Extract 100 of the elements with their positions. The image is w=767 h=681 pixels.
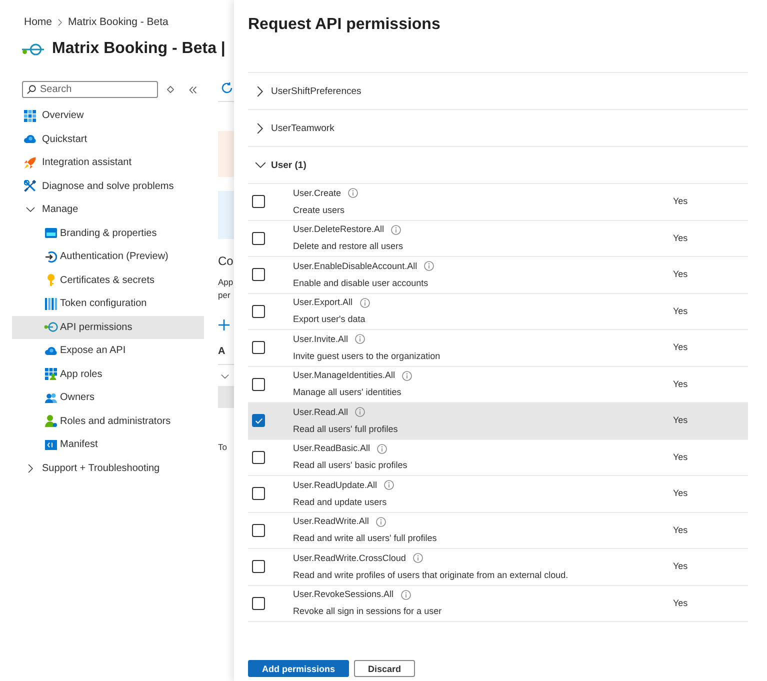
info-icon (402, 370, 412, 381)
table-cell: Yes (673, 232, 688, 245)
permission-row[interactable]: User.RevokeSessions.All Revoke all sign in sessions for a user Yes (248, 586, 748, 622)
nav-item[interactable]: Diagnose and solve problems (12, 174, 204, 198)
chevron-right-icon (58, 18, 62, 26)
nav-group[interactable]: Manage (12, 198, 204, 222)
rocket-icon (24, 156, 36, 169)
permission-description: Manage all users' identities (293, 386, 402, 400)
permission-name: User.ReadBasic.All (293, 442, 370, 456)
permission-name: User.Export.All (293, 296, 353, 310)
table-cell: Yes (673, 268, 688, 282)
page-title: Matrix Booking - Beta | (52, 39, 226, 59)
table-cell: Yes (673, 560, 688, 574)
permission-name: User.DeleteRestore.All (293, 223, 384, 236)
permission-name: User.ManageIdentities.All (293, 369, 396, 382)
diamond-icon (167, 86, 174, 93)
bars-icon (45, 298, 57, 310)
check-icon (254, 418, 262, 424)
checkbox[interactable] (252, 487, 265, 500)
permission-name: User.Invite.All (293, 332, 348, 346)
checkbox[interactable] (252, 450, 265, 464)
checkbox[interactable] (252, 304, 265, 318)
permission-name: User.ReadUpdate.All (293, 478, 378, 492)
nav-item[interactable]: Roles and administrators (12, 410, 204, 433)
permission-name: User.Read.All (293, 406, 348, 419)
permission-description: Invite guest users to the organization (293, 350, 442, 363)
permission-group[interactable]: UserTeamwork (248, 110, 748, 147)
breadcrumb-link[interactable]: Home (24, 15, 52, 29)
info-icon (412, 553, 423, 564)
permission-description: Read and write all users' full profiles (293, 532, 438, 546)
table-cell: Yes (673, 304, 688, 318)
card-icon (45, 228, 57, 238)
warning-banner (218, 131, 234, 177)
footer-text: To (218, 441, 228, 454)
checkbox[interactable] (252, 524, 265, 537)
plus-icon (218, 319, 230, 331)
permission-name: User.ReadWrite.All (293, 515, 369, 528)
search-field[interactable]: Search (22, 81, 158, 98)
permission-name: User.EnableDisableAccount.All (293, 260, 418, 273)
nav-item[interactable]: Token configuration (12, 292, 204, 316)
permission-description: Delete and restore all users (293, 240, 404, 254)
panel-title: Request API permissions (248, 15, 442, 35)
nav-item[interactable]: Integration assistant (12, 151, 204, 174)
checkbox[interactable] (252, 195, 265, 208)
permission-description: Enable and disable user accounts (293, 276, 430, 290)
info-icon (424, 261, 434, 272)
nav-item[interactable]: Expose an API (12, 339, 204, 362)
cloud-icon (45, 346, 57, 355)
permission-description: Create users (293, 204, 346, 217)
discard-button[interactable]: Discard (354, 660, 416, 677)
wrench-screwdriver-icon (24, 180, 36, 192)
permission-description: Revoke all sign in sessions for a user (293, 605, 443, 618)
checkbox[interactable] (252, 268, 265, 282)
permission-description: Read and update users (293, 496, 388, 509)
chevron-down-icon (221, 374, 229, 379)
nav-item[interactable]: Branding & properties (12, 222, 204, 245)
permission-row[interactable]: User.DeleteRestore.All Delete and restore all users Yes (248, 220, 748, 257)
breadcrumb-link[interactable]: Matrix Booking - Beta (68, 15, 168, 29)
permission-row[interactable]: User.Export.All Export user's data Yes (248, 294, 748, 330)
nav-item[interactable]: Certificates & secrets (12, 268, 204, 292)
nav-item[interactable]: API permissions (12, 316, 204, 339)
column-header: A (218, 345, 226, 359)
permission-row[interactable]: User.ReadBasic.All Read all users' basic profiles Yes (248, 440, 748, 476)
search-icon (27, 85, 36, 94)
arrow-ring-icon (22, 42, 44, 56)
info-icon (377, 444, 388, 454)
info-icon (400, 590, 411, 600)
checkbox[interactable] (252, 596, 265, 610)
permission-name: User.ReadWrite.CrossCloud (293, 552, 406, 565)
permission-name: User.Create (293, 186, 342, 200)
nav-group[interactable]: Support + Troubleshooting (12, 456, 204, 480)
checkbox[interactable] (252, 341, 265, 354)
cloud-icon (24, 135, 36, 144)
grid-icon (24, 110, 36, 122)
checkbox[interactable] (252, 378, 265, 391)
permission-description: Read all users' full profiles (293, 422, 399, 436)
permission-row[interactable]: User.Read.All Read all users' full profiles Yes (248, 403, 748, 440)
permission-row[interactable]: User.ReadWrite.All Read and write all users' full profiles Yes (248, 512, 748, 549)
info-banner (218, 191, 234, 239)
nav-item[interactable]: App roles (12, 362, 204, 386)
nav-item[interactable]: Quickstart (12, 128, 204, 151)
checkbox[interactable] (252, 232, 265, 245)
sign-in-icon (45, 250, 57, 263)
nav-item[interactable]: Authentication (Preview) (12, 245, 204, 268)
key-icon (47, 274, 55, 286)
add-permissions-button[interactable]: Add permissions (248, 660, 350, 677)
people-icon (45, 392, 57, 403)
permission-group[interactable]: UserShiftPreferences (248, 73, 748, 110)
permission-description: Read and write profiles of users that originate from an external cloud. (293, 568, 570, 582)
nav-item[interactable]: Overview (12, 104, 204, 128)
permission-row[interactable]: User.ManageIdentities.All Manage all users' identities Yes (248, 366, 748, 403)
nav-item[interactable]: Owners (12, 386, 204, 410)
table-cell: Yes (673, 414, 688, 428)
nav-item[interactable]: Manifest (12, 433, 204, 456)
info-icon (355, 334, 366, 344)
checkbox[interactable] (252, 414, 265, 428)
table-cell: Yes (673, 341, 688, 354)
checkbox[interactable] (252, 560, 265, 574)
arrow-ring-icon (44, 322, 58, 332)
info-icon (360, 298, 370, 308)
